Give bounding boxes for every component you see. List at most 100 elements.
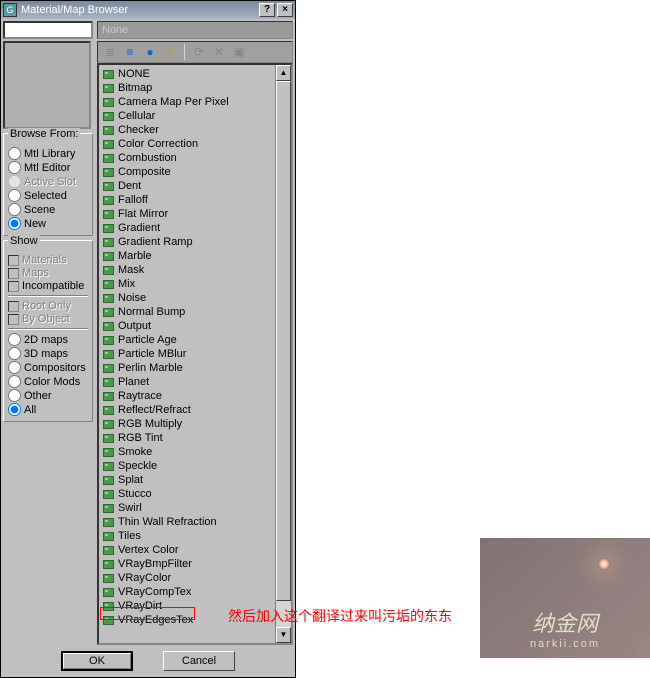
list-item[interactable]: Planet [101,375,273,389]
list-item[interactable]: Vertex Color [101,543,273,557]
list-item[interactable]: Smoke [101,445,273,459]
list-item[interactable]: Marble [101,249,273,263]
list-item[interactable]: Raytrace [101,389,273,403]
browse-from-mtl-editor[interactable]: Mtl Editor [8,161,88,174]
show-radio-color-mods[interactable]: Color Mods [8,375,88,388]
map-icon [103,70,114,79]
show-check-root-only: Root Only [8,300,88,312]
help-button[interactable]: ? [259,3,275,17]
list-item[interactable]: Particle Age [101,333,273,347]
list-item[interactable]: Combustion [101,151,273,165]
list-item[interactable]: Stucco [101,487,273,501]
browse-from-scene[interactable]: Scene [8,203,88,216]
list-item[interactable]: VRayColor [101,571,273,585]
list-item[interactable]: Mask [101,263,273,277]
map-icon [103,98,114,107]
scroll-thumb[interactable] [276,81,291,601]
view-sphere-small-icon[interactable]: ○ [162,44,178,60]
map-icon [103,308,114,317]
map-icon [103,126,114,135]
list-item[interactable]: Tiles [101,529,273,543]
list-item[interactable]: Checker [101,123,273,137]
list-item[interactable]: Thin Wall Refraction [101,515,273,529]
list-item[interactable]: Particle MBlur [101,347,273,361]
search-input[interactable] [3,21,93,39]
list-item[interactable]: Output [101,319,273,333]
view-list-small-icon[interactable]: ≡ [122,44,138,60]
view-list-icon[interactable]: ≣ [102,44,118,60]
show-radio-3d-maps[interactable]: 3D maps [8,347,88,360]
list-item[interactable]: RGB Multiply [101,417,273,431]
window-title: Material/Map Browser [21,4,257,16]
list-item[interactable]: Dent [101,179,273,193]
map-icon [103,476,114,485]
name-display: None [97,21,293,39]
list-item[interactable]: Splat [101,473,273,487]
ok-button[interactable]: OK [61,651,133,671]
list-item[interactable]: Composite [101,165,273,179]
show-check-incompatible[interactable]: Incompatible [8,280,88,292]
list-item[interactable]: Mix [101,277,273,291]
map-icon [103,392,114,401]
map-icon [103,112,114,121]
left-panel: Browse From: Mtl LibraryMtl EditorActive… [1,19,95,647]
list-item[interactable]: Normal Bump [101,305,273,319]
list-item[interactable]: Flat Mirror [101,207,273,221]
clear-icon[interactable]: ▣ [231,44,247,60]
update-icon[interactable]: ⟳ [191,44,207,60]
scroll-up-button[interactable]: ▲ [276,65,291,81]
show-group: Show MaterialsMapsIncompatible Root Only… [3,240,93,422]
map-icon [103,154,114,163]
browse-from-selected[interactable]: Selected [8,189,88,202]
list-item[interactable]: VRayCompTex [101,585,273,599]
show-title: Show [8,235,40,247]
map-icon [103,252,114,261]
lens-flare-icon [598,558,610,570]
show-check-maps: Maps [8,267,88,279]
list-item[interactable]: NONE [101,67,273,81]
map-icon [103,140,114,149]
browse-from-new[interactable]: New [8,217,88,230]
dialog-buttons: OK Cancel [1,647,295,675]
map-icon [103,560,114,569]
map-icon [103,434,114,443]
titlebar[interactable]: G Material/Map Browser ? × [1,1,295,19]
list-item[interactable]: Noise [101,291,273,305]
map-icon [103,504,114,513]
browse-from-mtl-library[interactable]: Mtl Library [8,147,88,160]
delete-icon[interactable]: ✕ [211,44,227,60]
map-list[interactable]: NONEBitmapCamera Map Per PixelCellularCh… [99,65,275,643]
list-item[interactable]: Bitmap [101,81,273,95]
map-icon [103,378,114,387]
scrollbar[interactable]: ▲ ▼ [275,65,291,643]
annotation-text: 然后加入这个翻译过来叫污垢的东东 [228,606,452,626]
list-item[interactable]: Swirl [101,501,273,515]
list-item[interactable]: VRayBmpFilter [101,557,273,571]
map-icon [103,322,114,331]
list-item[interactable]: Falloff [101,193,273,207]
list-item[interactable]: Gradient Ramp [101,235,273,249]
map-icon [103,294,114,303]
show-radio-other[interactable]: Other [8,389,88,402]
show-radio-2d-maps[interactable]: 2D maps [8,333,88,346]
list-item[interactable]: Color Correction [101,137,273,151]
map-icon [103,168,114,177]
list-item[interactable]: Cellular [101,109,273,123]
show-radio-all[interactable]: All [8,403,88,416]
list-item[interactable]: Gradient [101,221,273,235]
view-sphere-icon[interactable]: ● [142,44,158,60]
map-icon [103,616,114,625]
show-radio-compositors[interactable]: Compositors [8,361,88,374]
map-icon [103,350,114,359]
list-item[interactable]: Reflect/Refract [101,403,273,417]
list-item[interactable]: Speckle [101,459,273,473]
scroll-down-button[interactable]: ▼ [276,627,291,643]
list-item[interactable]: Camera Map Per Pixel [101,95,273,109]
map-icon [103,420,114,429]
map-icon [103,574,114,583]
list-item[interactable]: Perlin Marble [101,361,273,375]
watermark-line2: narkii.com [530,638,600,650]
close-button[interactable]: × [277,3,293,17]
cancel-button[interactable]: Cancel [163,651,235,671]
list-item[interactable]: RGB Tint [101,431,273,445]
